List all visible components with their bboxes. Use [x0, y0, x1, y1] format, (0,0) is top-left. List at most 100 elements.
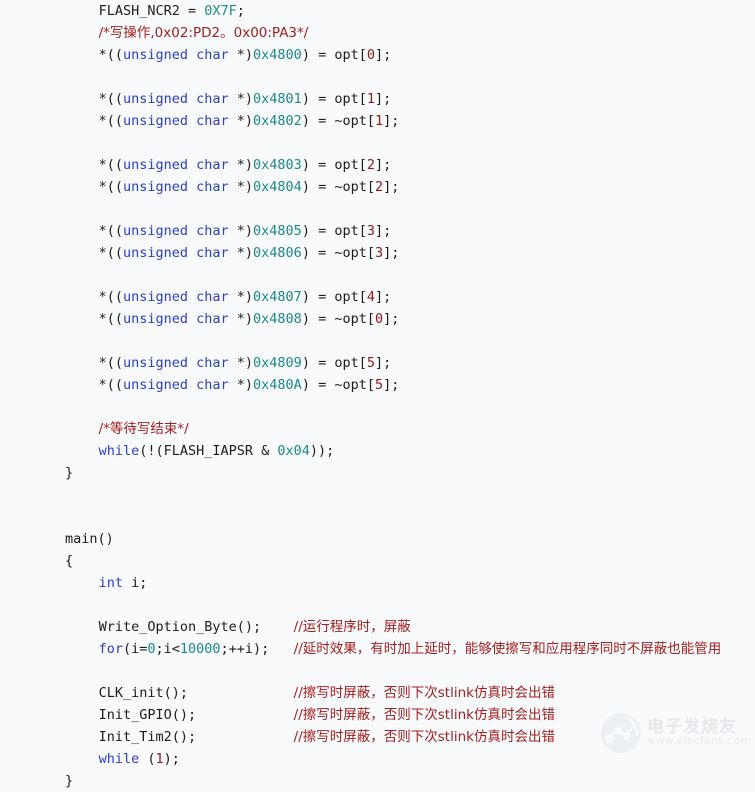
- code-token-plain: }: [65, 773, 74, 789]
- code-line: FLASH_NCR2 = 0X7F;: [0, 0, 755, 22]
- code-line: while(!(FLASH_IAPSR & 0x04));: [0, 440, 755, 462]
- code-token-plain: Init_GPIO();: [98, 707, 294, 723]
- code-token-plain: ];: [375, 91, 392, 107]
- code-line: for(i=0;i<10000;++i); //延时效果，有时加上延时，能够使擦…: [0, 638, 755, 660]
- code-line: *((unsigned char *)0x4809) = opt[5];: [0, 352, 755, 374]
- code-token-plain: ];: [375, 47, 392, 63]
- code-token-keyword: for: [98, 641, 123, 657]
- code-line: main(): [0, 528, 755, 550]
- code-token-plain: ) = ~opt[: [301, 179, 375, 195]
- code-line: int i;: [0, 572, 755, 594]
- code-token-plain: ) = ~opt[: [301, 245, 375, 261]
- code-line: Init_GPIO(); //擦写时屏蔽，否则下次stlink仿真时会出错: [0, 704, 755, 726]
- code-token-keyword: unsigned char: [122, 179, 229, 195]
- code-line: *((unsigned char *)0x4801) = opt[1];: [0, 88, 755, 110]
- code-token-plain: *((: [98, 223, 123, 239]
- code-token-number: 10000: [179, 641, 221, 657]
- code-token-number: 0x4803: [253, 157, 302, 173]
- code-token-plain: Write_Option_Byte();: [98, 619, 294, 635]
- code-line: /*写操作,0x02:PD2。0x00:PA3*/: [0, 22, 755, 44]
- code-token-plain: ) = opt[: [301, 91, 367, 107]
- code-line: *((unsigned char *)0x4807) = opt[4];: [0, 286, 755, 308]
- code-token-plain: *): [228, 223, 254, 239]
- code-token-plain: *((: [98, 289, 123, 305]
- code-token-number: 0x4809: [253, 355, 302, 371]
- code-token-index: 2: [374, 179, 384, 195]
- code-token-plain: *((: [98, 179, 123, 195]
- code-token-index: 0: [374, 311, 384, 327]
- code-token-index: 5: [374, 377, 384, 393]
- code-line: *((unsigned char *)0x4805) = opt[3];: [0, 220, 755, 242]
- code-token-index: 4: [366, 289, 375, 305]
- code-token-plain: *): [228, 311, 254, 327]
- code-token-comment: /*等待写结束*/: [98, 421, 189, 437]
- code-token-plain: *): [228, 113, 254, 129]
- code-token-plain: (!(FLASH_IAPSR &: [139, 443, 278, 459]
- code-token-plain: *((: [98, 355, 123, 371]
- code-line: *((unsigned char *)0x4804) = ~opt[2];: [0, 176, 755, 198]
- code-token-plain: ;++i);: [220, 641, 294, 657]
- code-token-plain: ;: [236, 3, 245, 19]
- code-token-keyword: unsigned char: [122, 289, 229, 305]
- code-token-keyword: int: [98, 575, 123, 591]
- code-token-plain: *((: [98, 91, 123, 107]
- code-token-plain: *((: [98, 311, 123, 327]
- code-token-comment: //延时效果，有时加上延时，能够使擦写和应用程序同时不屏蔽也能管用: [293, 641, 722, 657]
- code-token-plain: Init_Tim2();: [98, 729, 294, 745]
- code-token-number: 0x4800: [253, 47, 302, 63]
- code-token-comment: //擦写时屏蔽，否则下次stlink仿真时会出错: [293, 685, 555, 701]
- code-token-keyword: unsigned char: [122, 47, 229, 63]
- code-token-plain: ];: [383, 179, 400, 195]
- code-token-plain: ) = opt[: [301, 223, 367, 239]
- code-token-plain: );: [163, 751, 180, 767]
- code-token-plain: ];: [383, 311, 400, 327]
- code-token-plain: *): [228, 47, 254, 63]
- code-token-plain: *): [228, 91, 254, 107]
- code-token-number: 0x4806: [253, 245, 302, 261]
- code-token-number: 0x4804: [253, 179, 302, 195]
- code-token-comment: //运行程序时，屏蔽: [293, 619, 411, 635]
- code-line: Write_Option_Byte(); //运行程序时，屏蔽: [0, 616, 755, 638]
- code-token-index: 1: [366, 91, 375, 107]
- code-token-index: 0: [366, 47, 375, 63]
- code-token-keyword: unsigned char: [122, 355, 229, 371]
- code-token-plain: ));: [309, 443, 335, 459]
- code-token-plain: *): [228, 289, 254, 305]
- code-token-plain: *((: [98, 245, 123, 261]
- code-token-keyword: unsigned char: [122, 245, 229, 261]
- code-token-plain: ) = ~opt[: [301, 311, 375, 327]
- code-token-plain: (: [139, 751, 156, 767]
- code-token-number: 0x4801: [253, 91, 302, 107]
- code-token-comment: //擦写时屏蔽，否则下次stlink仿真时会出错: [293, 729, 555, 745]
- code-token-plain: i;: [122, 575, 148, 591]
- code-token-plain: ;i<: [155, 641, 180, 657]
- code-token-plain: ];: [375, 223, 392, 239]
- code-token-plain: ];: [375, 289, 392, 305]
- code-token-number: 0x4805: [253, 223, 302, 239]
- code-token-plain: ) = ~opt[: [301, 113, 375, 129]
- code-token-index: 1: [374, 113, 384, 129]
- code-token-comment: //擦写时屏蔽，否则下次stlink仿真时会出错: [293, 707, 555, 723]
- code-token-plain: *((: [98, 113, 123, 129]
- code-token-plain: *): [228, 377, 254, 393]
- code-token-plain: }: [65, 465, 74, 481]
- code-token-plain: *): [228, 245, 254, 261]
- code-token-plain: CLK_init();: [98, 685, 294, 701]
- code-line: *((unsigned char *)0x4803) = opt[2];: [0, 154, 755, 176]
- code-token-number: 0: [147, 641, 156, 657]
- code-token-plain: ) = opt[: [301, 157, 367, 173]
- code-token-plain: (i=: [122, 641, 148, 657]
- code-token-plain: ) = opt[: [301, 289, 367, 305]
- code-token-plain: ];: [375, 355, 392, 371]
- code-token-plain: FLASH_NCR2 =: [98, 3, 205, 19]
- code-token-keyword: unsigned char: [122, 311, 229, 327]
